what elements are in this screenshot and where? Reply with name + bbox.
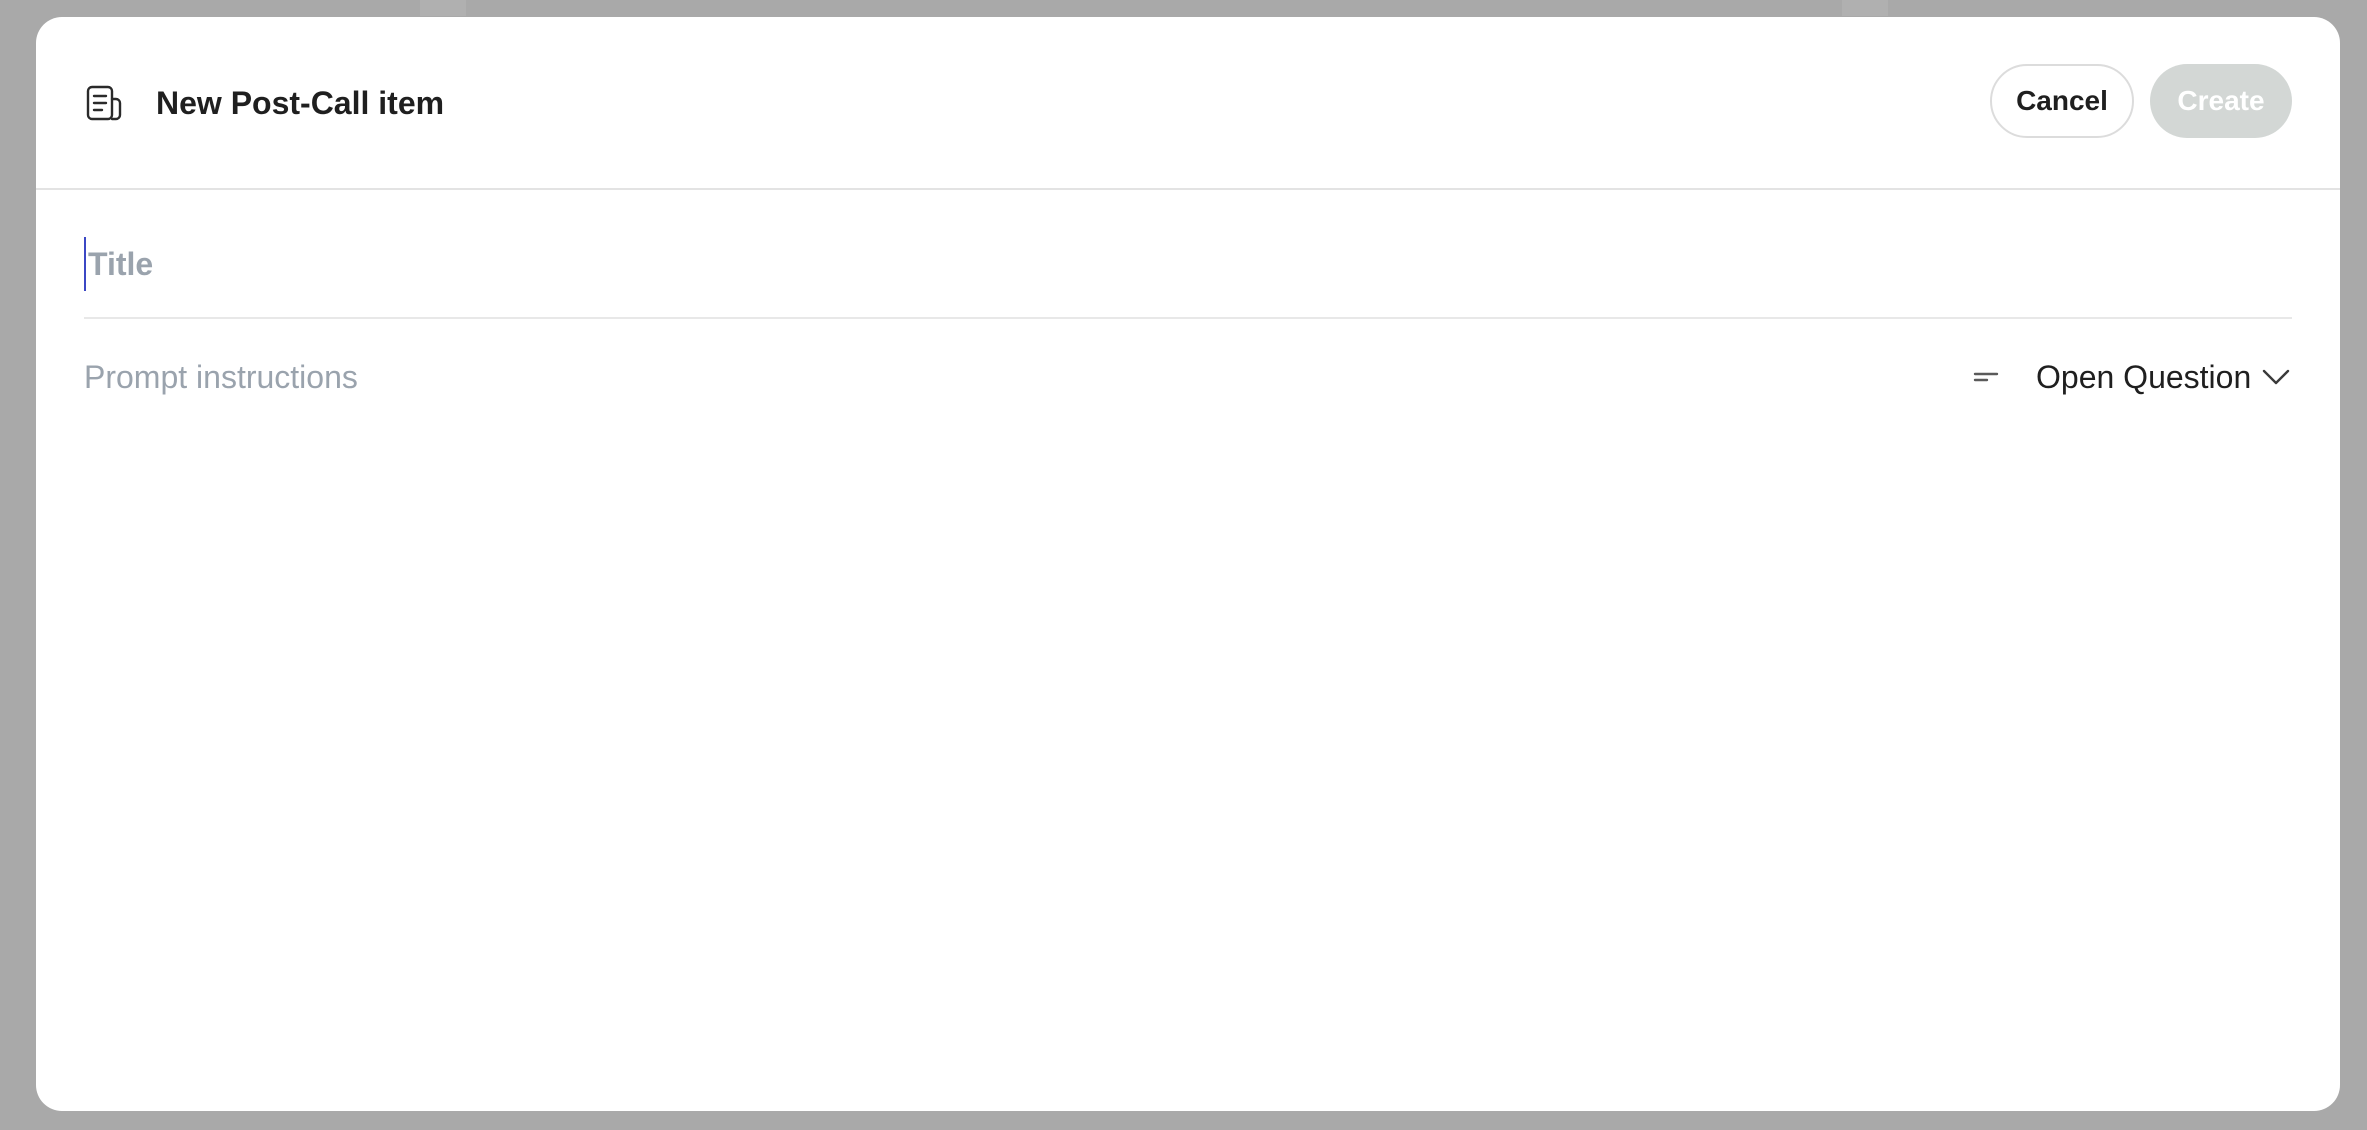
document-list-icon <box>84 83 124 123</box>
title-input[interactable] <box>84 237 2292 291</box>
background-column <box>420 0 466 16</box>
cancel-button[interactable]: Cancel <box>1990 64 2134 138</box>
chevron-down-icon[interactable] <box>2260 361 2292 393</box>
new-post-call-item-dialog: New Post-Call item Cancel Create Open Qu… <box>36 17 2340 1111</box>
background-column <box>1842 0 1888 16</box>
create-button[interactable]: Create <box>2150 64 2292 138</box>
item-type-dropdown[interactable]: Open Question <box>1972 349 2296 405</box>
short-text-icon <box>1972 359 2008 395</box>
prompt-instructions-input[interactable] <box>84 351 1884 403</box>
item-type-selected-value: Open Question <box>2036 358 2252 395</box>
dialog-header: New Post-Call item Cancel Create <box>36 17 2340 190</box>
dialog-title: New Post-Call item <box>156 85 445 121</box>
title-field-row <box>84 237 2292 319</box>
